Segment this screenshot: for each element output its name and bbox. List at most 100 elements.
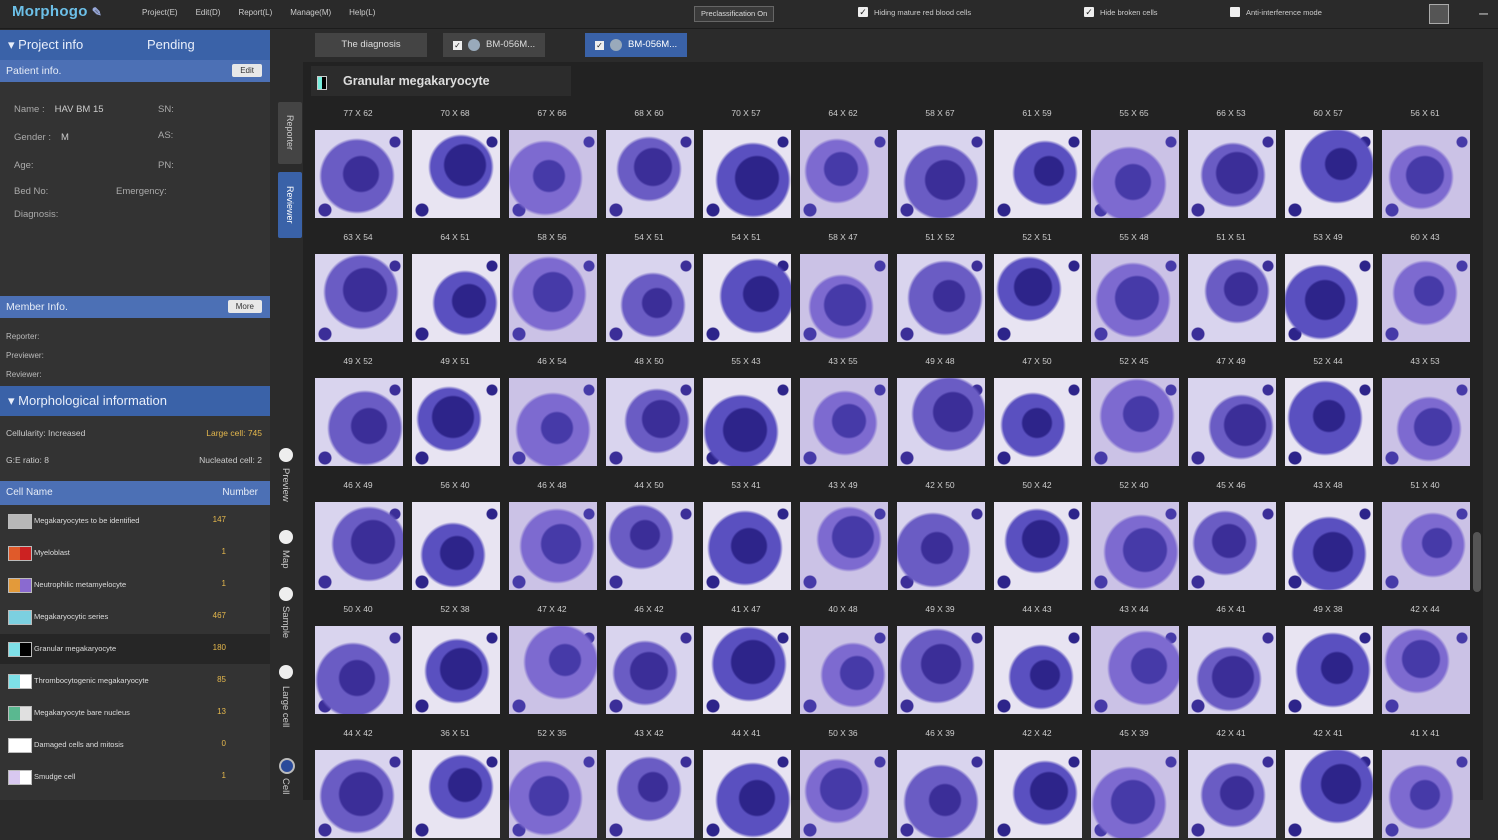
tab-sample-1[interactable]: ✓ BM-056M... (443, 33, 546, 57)
cell-thumbnail[interactable]: 48 X 50 (604, 348, 694, 468)
cell-thumbnail[interactable]: 56 X 40 (410, 472, 500, 592)
cell-thumbnail[interactable]: 44 X 43 (992, 596, 1082, 716)
cell-thumbnail[interactable]: 47 X 49 (1186, 348, 1276, 468)
cell-thumbnail[interactable]: 36 X 51 (410, 720, 500, 840)
cell-thumbnail[interactable]: 51 X 52 (895, 224, 985, 344)
anti-interference-checkbox[interactable]: Anti-interference mode (1230, 7, 1322, 17)
cell-thumbnail[interactable]: 51 X 51 (1186, 224, 1276, 344)
cell-thumbnail[interactable]: 43 X 42 (604, 720, 694, 840)
cell-radio[interactable] (279, 758, 295, 774)
cell-thumbnail[interactable]: 70 X 68 (410, 100, 500, 220)
cell-thumbnail[interactable]: 55 X 65 (1089, 100, 1179, 220)
cell-thumbnail[interactable]: 41 X 41 (1380, 720, 1470, 840)
cell-thumbnail[interactable]: 46 X 54 (507, 348, 597, 468)
cell-thumbnail[interactable]: 52 X 45 (1089, 348, 1179, 468)
cell-thumbnail[interactable]: 50 X 36 (798, 720, 888, 840)
menu-help[interactable]: Help(L) (349, 8, 375, 17)
cell-thumbnail[interactable]: 60 X 43 (1380, 224, 1470, 344)
cell-row[interactable]: Megakaryocyte bare nucleus 13 (0, 698, 270, 728)
tab-sample-2[interactable]: ✓ BM-056M... (585, 33, 688, 57)
project-info-header[interactable]: ▾ Project info Pending (0, 30, 270, 60)
cell-thumbnail[interactable]: 63 X 54 (313, 224, 403, 344)
cell-thumbnail[interactable]: 67 X 66 (507, 100, 597, 220)
cell-thumbnail[interactable]: 43 X 55 (798, 348, 888, 468)
cell-row[interactable]: Granular megakaryocyte 180 (0, 634, 270, 664)
menu-manage[interactable]: Manage(M) (290, 8, 331, 17)
preview-radio[interactable] (279, 448, 293, 462)
cell-thumbnail[interactable]: 42 X 41 (1283, 720, 1373, 840)
cell-thumbnail[interactable]: 41 X 47 (701, 596, 791, 716)
menu-report[interactable]: Report(L) (238, 8, 272, 17)
cell-thumbnail[interactable]: 46 X 49 (313, 472, 403, 592)
cell-thumbnail[interactable]: 47 X 42 (507, 596, 597, 716)
menu-edit[interactable]: Edit(D) (196, 8, 221, 17)
cell-thumbnail[interactable]: 42 X 42 (992, 720, 1082, 840)
hide-broken-checkbox[interactable]: ✓ Hide broken cells (1084, 7, 1158, 17)
cell-thumbnail[interactable]: 46 X 42 (604, 596, 694, 716)
cell-thumbnail[interactable]: 52 X 44 (1283, 348, 1373, 468)
cell-thumbnail[interactable]: 52 X 51 (992, 224, 1082, 344)
cell-thumbnail[interactable]: 49 X 51 (410, 348, 500, 468)
cell-thumbnail[interactable]: 49 X 38 (1283, 596, 1373, 716)
cell-thumbnail[interactable]: 60 X 57 (1283, 100, 1373, 220)
cell-thumbnail[interactable]: 53 X 49 (1283, 224, 1373, 344)
cell-row[interactable]: Thrombocytogenic megakaryocyte 85 (0, 666, 270, 696)
minimize-icon[interactable]: – (1479, 5, 1488, 23)
cell-thumbnail[interactable]: 49 X 52 (313, 348, 403, 468)
cell-thumbnail[interactable]: 44 X 41 (701, 720, 791, 840)
edit-button[interactable]: Edit (232, 64, 262, 77)
cell-thumbnail[interactable]: 50 X 42 (992, 472, 1082, 592)
cell-thumbnail[interactable]: 77 X 62 (313, 100, 403, 220)
map-radio[interactable] (279, 530, 293, 544)
hide-mature-rbc-checkbox[interactable]: ✓ Hiding mature red blood cells (858, 7, 971, 17)
cell-thumbnail[interactable]: 43 X 48 (1283, 472, 1373, 592)
cell-thumbnail[interactable]: 55 X 43 (701, 348, 791, 468)
cell-thumbnail[interactable]: 43 X 49 (798, 472, 888, 592)
cell-thumbnail[interactable]: 52 X 35 (507, 720, 597, 840)
menu-project[interactable]: Project(E) (142, 8, 178, 17)
tab-reviewer[interactable]: Reviewer (278, 172, 302, 238)
cell-thumbnail[interactable]: 43 X 44 (1089, 596, 1179, 716)
cell-row[interactable]: Myeloblast 1 (0, 538, 270, 568)
more-button[interactable]: More (227, 300, 262, 313)
cell-thumbnail[interactable]: 46 X 41 (1186, 596, 1276, 716)
cell-row[interactable]: Damaged cells and mitosis 0 (0, 730, 270, 760)
morph-info-header[interactable]: ▾ Morphological information (0, 386, 270, 416)
cell-thumbnail[interactable]: 42 X 44 (1380, 596, 1470, 716)
scrollbar[interactable] (1473, 532, 1481, 592)
preclassification-button[interactable]: Preclassification On (694, 6, 775, 22)
cell-thumbnail[interactable]: 58 X 67 (895, 100, 985, 220)
large-cell-radio[interactable] (279, 665, 293, 679)
tab-diagnosis[interactable]: The diagnosis (315, 33, 427, 57)
cell-thumbnail[interactable]: 58 X 47 (798, 224, 888, 344)
cell-thumbnail[interactable]: 68 X 60 (604, 100, 694, 220)
cell-thumbnail[interactable]: 54 X 51 (604, 224, 694, 344)
cell-thumbnail[interactable]: 50 X 40 (313, 596, 403, 716)
cell-thumbnail[interactable]: 49 X 39 (895, 596, 985, 716)
cell-thumbnail[interactable]: 70 X 57 (701, 100, 791, 220)
cell-thumbnail[interactable]: 64 X 62 (798, 100, 888, 220)
cell-thumbnail[interactable]: 52 X 40 (1089, 472, 1179, 592)
cell-thumbnail[interactable]: 47 X 50 (992, 348, 1082, 468)
cell-thumbnail[interactable]: 56 X 61 (1380, 100, 1470, 220)
edit-icon[interactable]: ✎ (92, 5, 102, 19)
cell-thumbnail[interactable]: 45 X 46 (1186, 472, 1276, 592)
cell-thumbnail[interactable]: 58 X 56 (507, 224, 597, 344)
cell-thumbnail[interactable]: 52 X 38 (410, 596, 500, 716)
cell-thumbnail[interactable]: 46 X 48 (507, 472, 597, 592)
cell-row[interactable]: Smudge cell 1 (0, 762, 270, 792)
cell-thumbnail[interactable]: 55 X 48 (1089, 224, 1179, 344)
cell-thumbnail[interactable]: 40 X 48 (798, 596, 888, 716)
cell-thumbnail[interactable]: 42 X 50 (895, 472, 985, 592)
cell-thumbnail[interactable]: 45 X 39 (1089, 720, 1179, 840)
cell-thumbnail[interactable]: 64 X 51 (410, 224, 500, 344)
cell-row[interactable]: Megakaryocytic series 467 (0, 602, 270, 632)
cell-thumbnail[interactable]: 54 X 51 (701, 224, 791, 344)
cell-thumbnail[interactable]: 66 X 53 (1186, 100, 1276, 220)
sample-radio[interactable] (279, 587, 293, 601)
tab-reporter[interactable]: Reporter (278, 102, 302, 164)
cell-row[interactable]: Neutrophilic metamyelocyte 1 (0, 570, 270, 600)
cell-thumbnail[interactable]: 61 X 59 (992, 100, 1082, 220)
cell-thumbnail[interactable]: 43 X 53 (1380, 348, 1470, 468)
cell-row[interactable]: Megakaryocytes to be identified 147 (0, 506, 270, 536)
